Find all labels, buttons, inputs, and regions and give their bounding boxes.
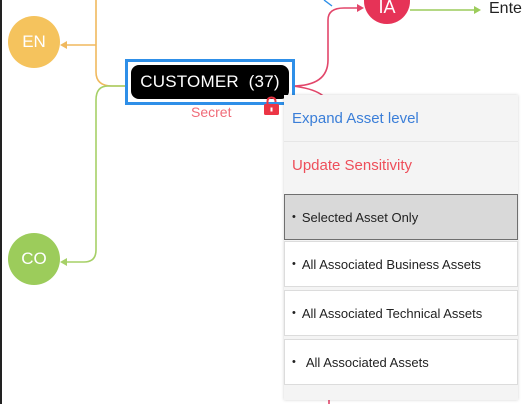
sensitivity-label: Secret: [191, 104, 232, 120]
option-label: All Associated Assets: [305, 354, 429, 370]
option-all-associated-assets[interactable]: • All Associated Assets: [284, 339, 518, 385]
bullet: •: [292, 307, 296, 319]
expand-asset-level-item[interactable]: Expand Asset level: [284, 95, 518, 141]
context-menu: Expand Asset level Update Sensitivity • …: [284, 95, 518, 400]
option-label: All Associated Business Assets: [301, 256, 482, 272]
bullet: •: [292, 356, 296, 368]
option-all-associated-business-assets[interactable]: • All Associated Business Assets: [284, 241, 518, 287]
bullet: •: [292, 258, 296, 270]
option-all-associated-technical-assets[interactable]: • All Associated Technical Assets: [284, 290, 518, 336]
lock-icon: [264, 96, 279, 115]
update-sensitivity-item[interactable]: Update Sensitivity: [284, 141, 518, 189]
edge-label: Ente: [489, 0, 522, 17]
selected-node-label: CUSTOMER (37): [131, 65, 289, 99]
bullet: •: [292, 211, 296, 223]
node-en[interactable]: EN: [8, 16, 60, 68]
option-selected-asset-only[interactable]: • Selected Asset Only: [284, 194, 518, 240]
option-label: All Associated Technical Assets: [301, 305, 483, 321]
option-label: Selected Asset Only: [301, 209, 419, 225]
node-co[interactable]: CO: [8, 233, 60, 285]
